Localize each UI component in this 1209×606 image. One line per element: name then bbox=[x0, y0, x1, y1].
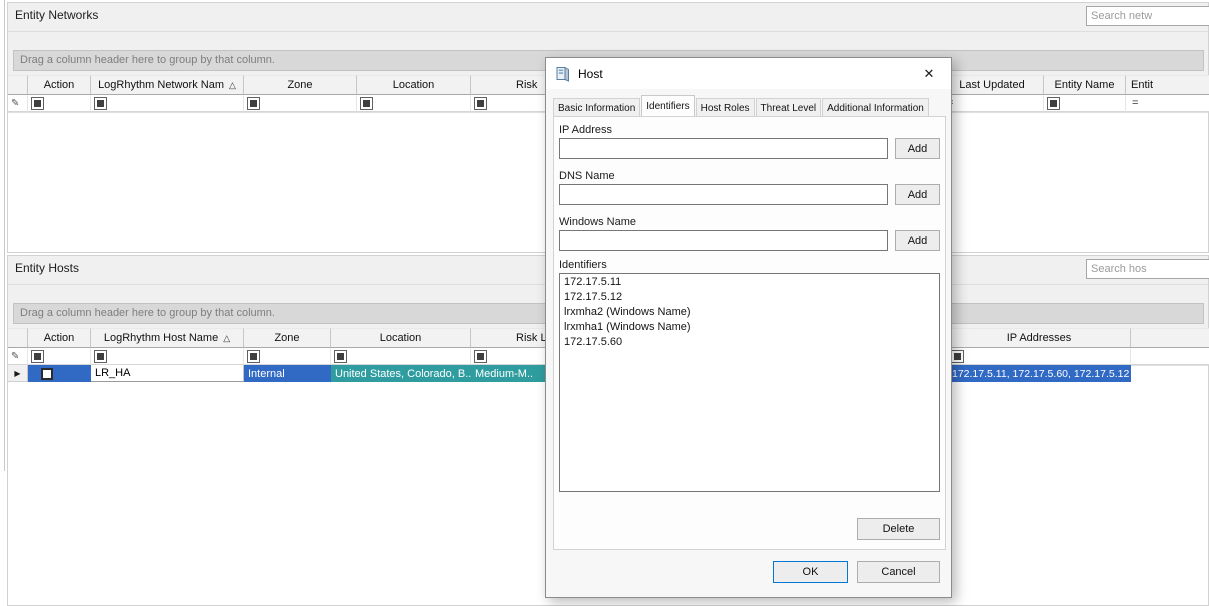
host-row-cell-action[interactable] bbox=[28, 365, 91, 382]
host-dialog: Host ✕ Basic Information Identifiers Hos… bbox=[545, 57, 952, 598]
host-dialog-title: Host bbox=[578, 67, 603, 81]
selected-row-header[interactable]: ▶ bbox=[8, 365, 28, 382]
hosts-column-header-name-label: LogRhythm Host Name bbox=[104, 332, 218, 344]
networks-column-header-name[interactable]: LogRhythm Network Nam △ bbox=[91, 75, 244, 95]
hosts-filter-cell-ip bbox=[948, 348, 1131, 365]
filter-checkbox-icon[interactable] bbox=[247, 350, 260, 363]
networks-filter-cell-name bbox=[91, 95, 244, 112]
hosts-filter-cell-name bbox=[91, 348, 244, 365]
entity-networks-title: Entity Networks bbox=[15, 8, 98, 22]
dns-name-input[interactable] bbox=[559, 184, 888, 205]
host-row-cell-name[interactable]: LR_HA bbox=[91, 365, 244, 382]
hosts-column-header-action[interactable]: Action bbox=[28, 328, 91, 348]
networks-column-header-last-updated[interactable]: Last Updated bbox=[941, 75, 1044, 95]
networks-filter-cell-entity: = bbox=[1126, 95, 1209, 112]
dns-add-button[interactable]: Add bbox=[895, 184, 940, 205]
hosts-column-header-name[interactable]: LogRhythm Host Name △ bbox=[91, 328, 244, 348]
close-icon: ✕ bbox=[924, 66, 935, 82]
networks-search-input[interactable] bbox=[1086, 6, 1209, 26]
filter-checkbox-icon[interactable] bbox=[31, 97, 44, 110]
sort-ascending-icon: △ bbox=[229, 80, 236, 91]
hosts-filter-cell-location bbox=[331, 348, 471, 365]
hosts-filter-cell-zone bbox=[244, 348, 331, 365]
host-icon bbox=[555, 66, 571, 82]
filter-checkbox-icon[interactable] bbox=[31, 350, 44, 363]
ip-address-input[interactable] bbox=[559, 138, 888, 159]
networks-column-header-entity-name[interactable]: Entity Name bbox=[1044, 75, 1126, 95]
networks-filter-row-indicator: ✎ bbox=[8, 95, 28, 112]
host-dialog-titlebar[interactable]: Host bbox=[546, 58, 951, 89]
networks-filter-cell-entity-name bbox=[1044, 95, 1126, 112]
networks-filter-cell-action bbox=[28, 95, 91, 112]
filter-checkbox-icon[interactable] bbox=[360, 97, 373, 110]
identifier-item[interactable]: 172.17.5.11 bbox=[560, 275, 939, 290]
cancel-button[interactable]: Cancel bbox=[857, 561, 940, 583]
identifiers-listbox[interactable]: 172.17.5.11 172.17.5.12 lrxmha2 (Windows… bbox=[559, 273, 940, 492]
app-background: Entity Networks Drag a column header her… bbox=[0, 0, 1209, 606]
filter-checkbox-icon[interactable] bbox=[474, 97, 487, 110]
identifier-item[interactable]: 172.17.5.60 bbox=[560, 335, 939, 350]
filter-checkbox-icon[interactable] bbox=[334, 350, 347, 363]
filter-checkbox-icon[interactable] bbox=[474, 350, 487, 363]
left-pane-divider bbox=[4, 0, 5, 471]
filter-checkbox-icon[interactable] bbox=[94, 350, 107, 363]
host-row-cell-location[interactable]: United States, Colorado, B.. bbox=[331, 365, 471, 382]
filter-checkbox-icon[interactable] bbox=[1047, 97, 1060, 110]
filter-checkbox-icon[interactable] bbox=[951, 350, 964, 363]
panel-separator bbox=[8, 31, 1208, 32]
identifiers-label: Identifiers bbox=[559, 259, 607, 271]
windows-add-button[interactable]: Add bbox=[895, 230, 940, 251]
entity-hosts-title: Entity Hosts bbox=[15, 261, 79, 275]
hosts-filter-row-indicator: ✎ bbox=[8, 348, 28, 365]
hosts-search-input[interactable] bbox=[1086, 259, 1209, 279]
host-row-cell-ip[interactable]: 172.17.5.11, 172.17.5.60, 172.17.5.12 bbox=[948, 365, 1131, 382]
networks-column-header-location[interactable]: Location bbox=[357, 75, 471, 95]
host-dialog-tabs: Basic Information Identifiers Host Roles… bbox=[553, 95, 930, 117]
hosts-column-header-zone[interactable]: Zone bbox=[244, 328, 331, 348]
identifier-item[interactable]: lrxmha1 (Windows Name) bbox=[560, 320, 939, 335]
identifier-item[interactable]: 172.17.5.12 bbox=[560, 290, 939, 305]
hosts-column-header-ip[interactable]: IP Addresses bbox=[948, 328, 1131, 348]
delete-button[interactable]: Delete bbox=[857, 518, 940, 540]
close-button[interactable]: ✕ bbox=[909, 58, 949, 89]
sort-ascending-icon: △ bbox=[223, 333, 230, 344]
edit-filter-icon: ✎ bbox=[11, 98, 19, 109]
windows-name-input[interactable] bbox=[559, 230, 888, 251]
filter-checkbox-icon[interactable] bbox=[247, 97, 260, 110]
hosts-column-header-trailing bbox=[1131, 328, 1209, 348]
hosts-filter-cell-trailing bbox=[1131, 348, 1209, 365]
tab-additional-information[interactable]: Additional Information bbox=[822, 98, 929, 117]
row-checkbox[interactable] bbox=[41, 368, 53, 380]
networks-column-header-entity[interactable]: Entit bbox=[1126, 75, 1209, 95]
networks-column-header-zone[interactable]: Zone bbox=[244, 75, 357, 95]
ip-address-label: IP Address bbox=[559, 124, 612, 136]
tab-basic-information[interactable]: Basic Information bbox=[553, 98, 640, 117]
dns-name-label: DNS Name bbox=[559, 170, 615, 182]
networks-column-header-action[interactable]: Action bbox=[28, 75, 91, 95]
host-row-cell-zone[interactable]: Internal bbox=[244, 365, 331, 382]
tab-identifiers[interactable]: Identifiers bbox=[641, 95, 694, 117]
equals-operator-icon[interactable]: = bbox=[1129, 97, 1138, 109]
current-row-arrow-icon: ▶ bbox=[14, 369, 20, 378]
identifier-item[interactable]: lrxmha2 (Windows Name) bbox=[560, 305, 939, 320]
edit-filter-icon: ✎ bbox=[11, 351, 19, 362]
ok-button[interactable]: OK bbox=[773, 561, 848, 583]
networks-column-header-name-label: LogRhythm Network Nam bbox=[98, 79, 224, 91]
hosts-row-header-column bbox=[8, 328, 28, 348]
filter-checkbox-icon[interactable] bbox=[94, 97, 107, 110]
networks-filter-cell-last-updated: = bbox=[941, 95, 1044, 112]
tab-host-roles[interactable]: Host Roles bbox=[696, 98, 755, 117]
hosts-filter-cell-action bbox=[28, 348, 91, 365]
networks-row-header-column bbox=[8, 75, 28, 95]
tab-threat-level[interactable]: Threat Level bbox=[756, 98, 822, 117]
hosts-column-header-location[interactable]: Location bbox=[331, 328, 471, 348]
networks-filter-cell-zone bbox=[244, 95, 357, 112]
windows-name-label: Windows Name bbox=[559, 216, 636, 228]
ip-add-button[interactable]: Add bbox=[895, 138, 940, 159]
networks-filter-cell-location bbox=[357, 95, 471, 112]
